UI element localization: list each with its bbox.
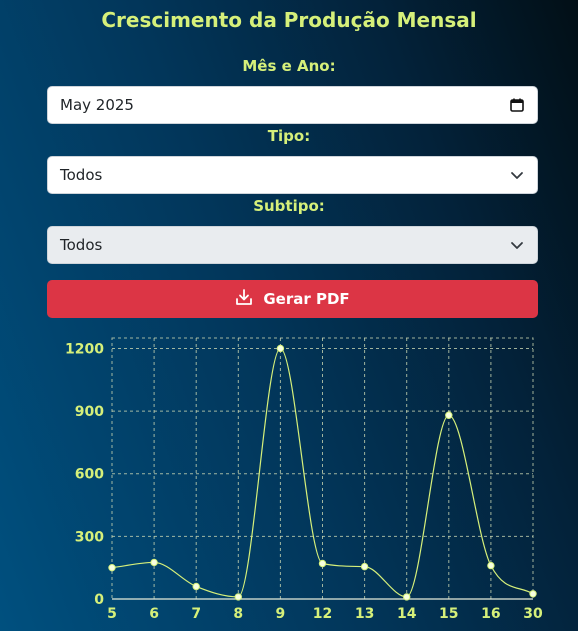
- subtipo-value: Todos: [60, 236, 103, 254]
- chevron-down-icon: [509, 167, 525, 183]
- x-tick-label: 12: [313, 606, 332, 622]
- month-year-input[interactable]: May 2025: [47, 86, 538, 124]
- month-year-value: May 2025: [60, 96, 134, 114]
- subtipo-label: Subtipo:: [253, 197, 325, 215]
- x-tick-label: 30: [523, 606, 543, 622]
- x-tick-label: 5: [107, 606, 117, 622]
- data-point: [445, 411, 453, 419]
- y-tick-label: 1200: [65, 341, 104, 357]
- y-tick-label: 0: [94, 592, 104, 608]
- x-tick-label: 15: [439, 606, 458, 622]
- data-point: [276, 344, 285, 353]
- x-tick-label: 9: [276, 606, 286, 622]
- chevron-down-icon: [509, 237, 525, 253]
- month-label: Mês e Ano:: [242, 57, 336, 75]
- x-tick-label: 16: [481, 606, 500, 622]
- tipo-value: Todos: [60, 166, 103, 184]
- page-title: Crescimento da Produção Mensal: [101, 8, 477, 32]
- x-tick-label: 7: [191, 606, 201, 622]
- x-tick-label: 8: [233, 606, 243, 622]
- data-point: [234, 593, 243, 601]
- download-icon: [235, 288, 253, 310]
- data-point: [487, 561, 495, 570]
- data-point: [108, 563, 116, 572]
- y-tick-label: 600: [75, 467, 104, 483]
- y-tick-label: 900: [75, 404, 104, 420]
- generate-pdf-label: Gerar PDF: [263, 290, 350, 308]
- production-line-chart: 0 300 600 900 1200 5 6 7 8 9 12 13 14 15 16 30: [65, 337, 543, 622]
- generate-pdf-button[interactable]: Gerar PDF: [47, 280, 538, 318]
- tipo-select[interactable]: Todos: [47, 156, 538, 194]
- tipo-label: Tipo:: [267, 127, 311, 145]
- x-tick-label: 13: [355, 606, 374, 622]
- calendar-icon[interactable]: [509, 97, 525, 113]
- data-point: [403, 593, 411, 601]
- x-tick-label: 14: [397, 606, 417, 622]
- data-point: [150, 558, 158, 567]
- data-point: [192, 582, 200, 591]
- data-point: [360, 562, 369, 571]
- data-point: [529, 590, 537, 598]
- subtipo-select[interactable]: Todos: [47, 226, 538, 264]
- data-point: [318, 559, 327, 568]
- x-tick-label: 6: [149, 606, 159, 622]
- y-tick-label: 300: [75, 529, 104, 545]
